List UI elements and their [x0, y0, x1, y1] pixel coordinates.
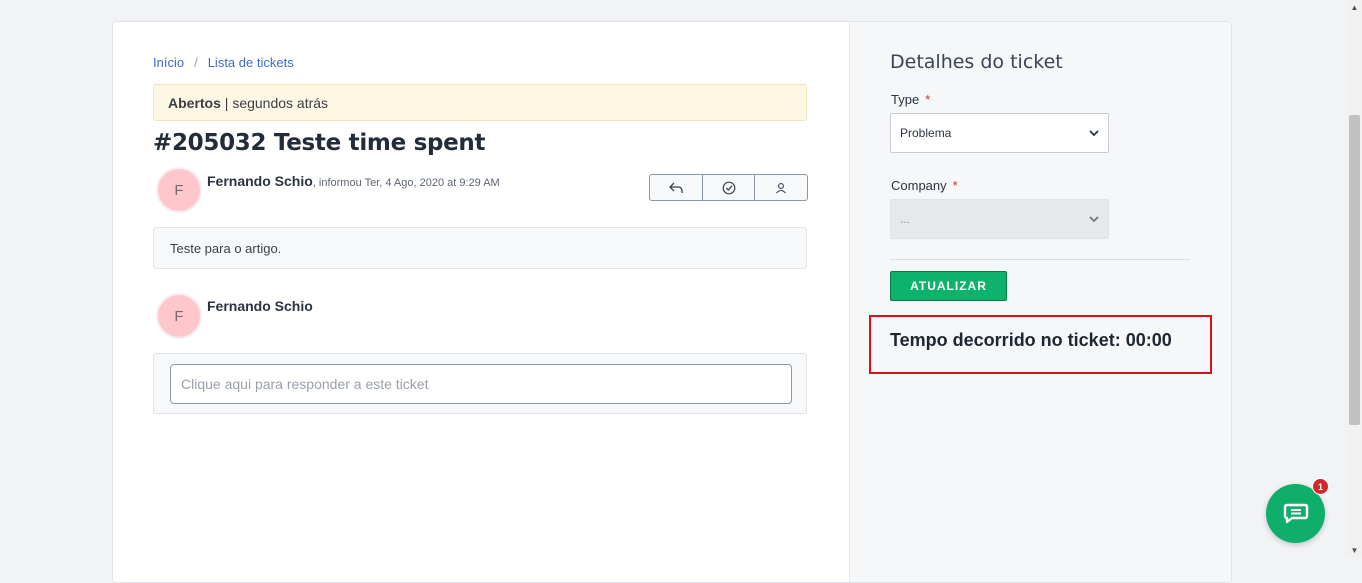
message-body: Teste para o artigo. — [153, 227, 807, 269]
ticket-status-bar: Abertos | segundos atrás — [153, 84, 807, 121]
assign-button[interactable] — [755, 175, 807, 200]
message-author: Fernando Schio — [207, 173, 313, 189]
time-spent-text: Tempo decorrido no ticket: 00:00 — [890, 330, 1172, 350]
required-mark: * — [925, 92, 931, 107]
chevron-down-icon — [1089, 215, 1099, 222]
type-label-text: Type — [891, 92, 920, 107]
breadcrumb: Início / Lista de tickets — [153, 55, 294, 70]
required-mark: * — [952, 178, 958, 193]
chevron-down-icon — [1089, 129, 1099, 136]
ticket-title: #205032 Teste time spent — [153, 130, 486, 156]
company-label-text: Company — [891, 178, 947, 193]
scrollbar-thumb[interactable] — [1349, 115, 1360, 425]
status-time: segundos atrás — [232, 94, 329, 111]
type-select-value: Problema — [900, 126, 952, 140]
type-label: Type * — [891, 92, 930, 107]
reply-input[interactable]: Clique aqui para responder a este ticket — [170, 364, 792, 404]
scroll-down-icon[interactable]: ▼ — [1349, 545, 1360, 555]
reply-button[interactable] — [650, 175, 703, 200]
company-label: Company * — [891, 178, 958, 193]
company-select-value: ... — [900, 212, 911, 226]
message-meta: , informou Ter, 4 Ago, 2020 at 9:29 AM — [312, 177, 500, 189]
breadcrumb-home-link[interactable]: Início — [153, 55, 184, 70]
message-author-line: Fernando Schio, informou Ter, 4 Ago, 202… — [207, 173, 500, 189]
breadcrumb-separator: / — [194, 55, 198, 70]
reply-icon — [668, 182, 683, 193]
user-icon — [776, 182, 787, 193]
status-state: Abertos — [168, 94, 221, 111]
scroll-up-icon[interactable]: ▲ — [1349, 2, 1360, 12]
chat-icon — [1283, 503, 1308, 523]
update-button[interactable]: ATUALIZAR — [890, 271, 1007, 301]
reply-avatar: F — [156, 293, 202, 339]
breadcrumb-tickets-link[interactable]: Lista de tickets — [208, 55, 294, 70]
check-circle-icon — [722, 181, 735, 194]
reply-container: Clique aqui para responder a este ticket — [153, 353, 807, 414]
resolve-button[interactable] — [703, 175, 756, 200]
divider — [890, 259, 1190, 260]
type-select[interactable]: Problema — [890, 113, 1109, 153]
notification-badge: 1 — [1312, 478, 1329, 495]
status-separator: | — [220, 94, 233, 111]
message-actions — [649, 174, 808, 201]
details-title: Detalhes do ticket — [890, 51, 1063, 73]
reply-author: Fernando Schio — [207, 298, 313, 314]
avatar: F — [156, 167, 202, 213]
company-select[interactable]: ... — [890, 199, 1109, 239]
